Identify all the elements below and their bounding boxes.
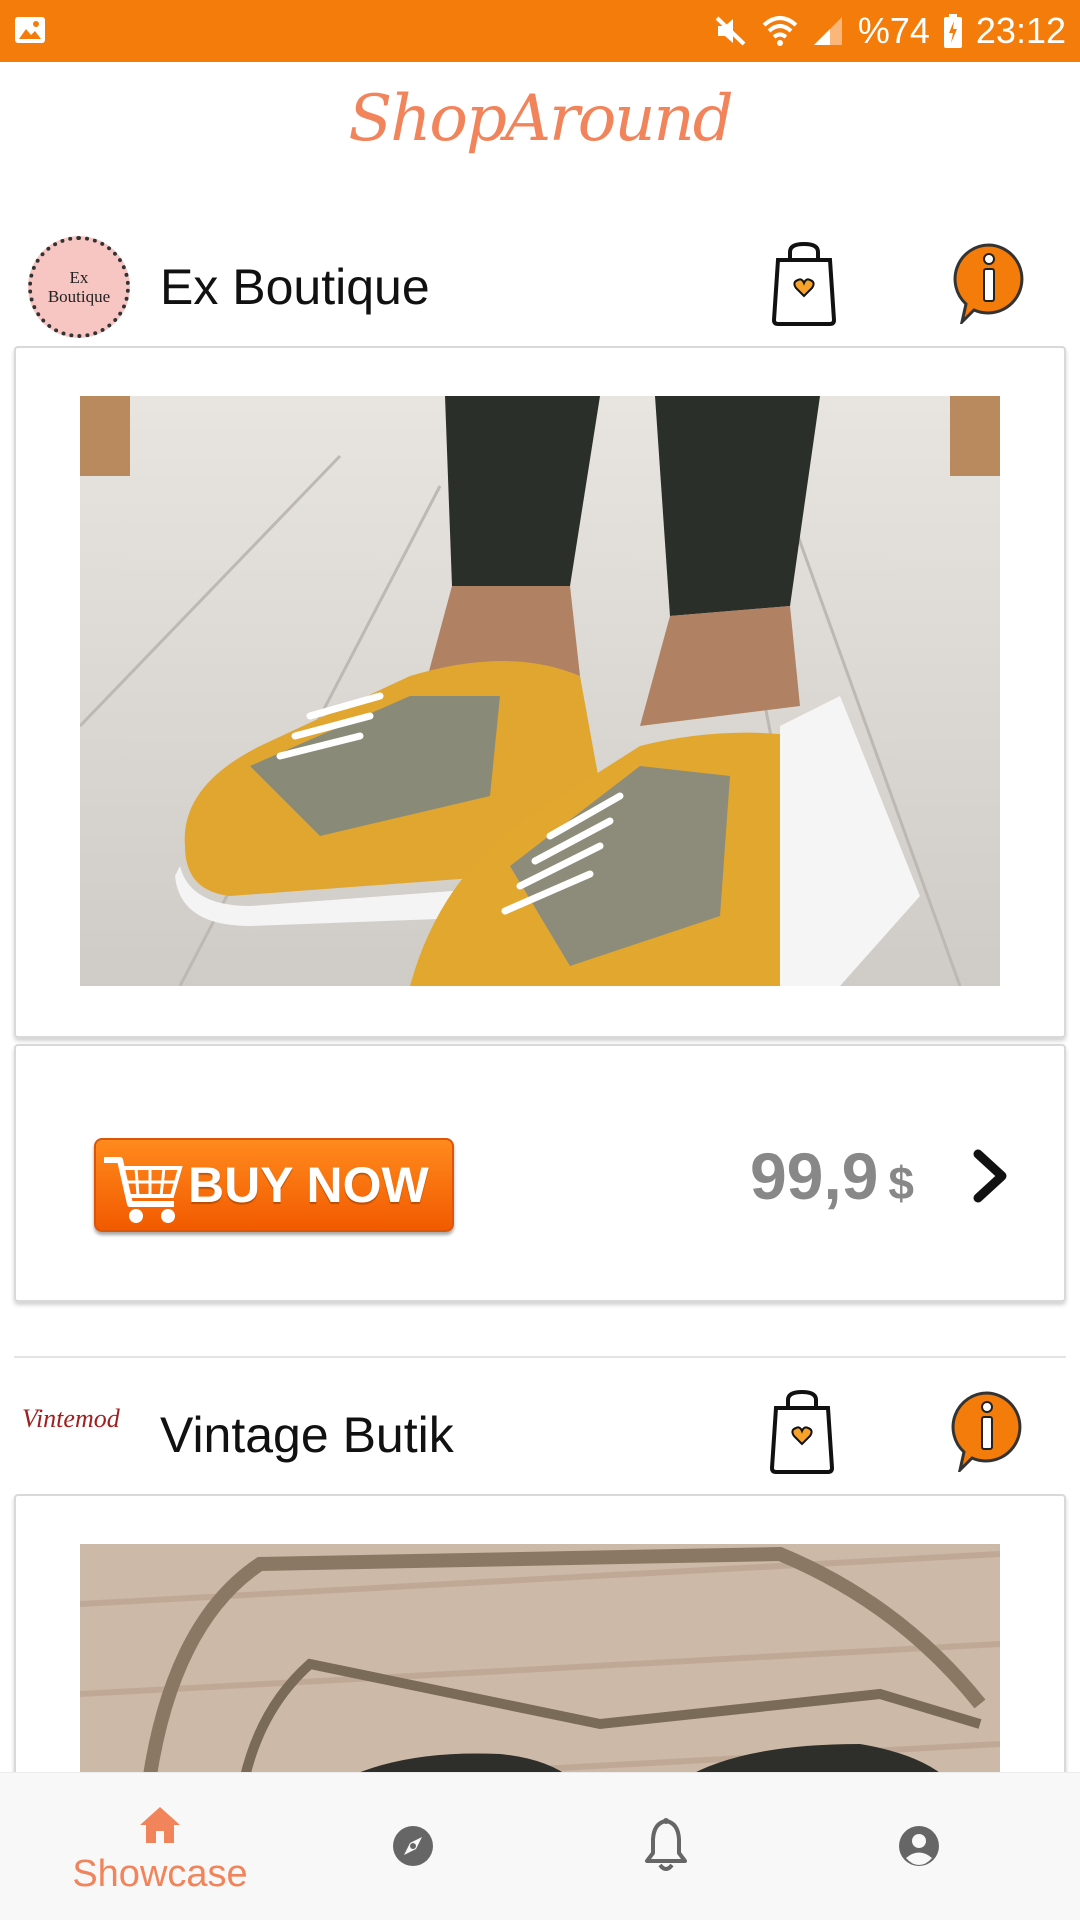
shop-avatar-label: Ex Boutique xyxy=(47,268,111,306)
nav-item-notifications[interactable] xyxy=(531,1773,801,1920)
chevron-right-icon[interactable] xyxy=(970,1146,1010,1206)
signal-icon xyxy=(813,17,842,45)
cart-icon xyxy=(104,1157,183,1223)
battery-icon xyxy=(943,14,962,48)
clock: 23:12 xyxy=(975,10,1066,51)
mute-icon xyxy=(715,16,746,46)
screen: %74 23:12 ShopAround Ex Boutique Ex Bout… xyxy=(0,0,1080,1920)
gallery-notification-icon xyxy=(15,17,45,43)
buy-card: BUY NOW 99,9 $ xyxy=(14,1044,1066,1302)
nav-item-showcase[interactable]: Showcase xyxy=(25,1773,295,1920)
info-icon[interactable] xyxy=(952,242,1026,324)
price-value: 99,9 xyxy=(749,1139,879,1213)
status-bar: %74 23:12 xyxy=(0,0,1080,62)
app-logo: ShopAround xyxy=(348,82,733,156)
shop-logo[interactable]: Vintemod xyxy=(22,1404,142,1434)
bottom-nav: Showcase xyxy=(0,1772,1080,1920)
shop-header[interactable]: Ex Boutique Ex Boutique xyxy=(0,236,1080,346)
status-right: %74 23:12 xyxy=(714,0,1066,62)
price-currency: $ xyxy=(888,1157,914,1209)
shopping-bag-heart-icon[interactable] xyxy=(770,240,838,326)
buy-now-label: BUY NOW xyxy=(188,1157,429,1213)
nav-label-showcase: Showcase xyxy=(72,1853,248,1895)
battery-percent: %74 xyxy=(857,10,930,51)
compass-icon xyxy=(393,1826,433,1866)
info-icon[interactable] xyxy=(950,1390,1024,1472)
product-image-card[interactable] xyxy=(14,346,1066,1038)
shop-header[interactable]: Vintemod Vintage Butik xyxy=(0,1384,1080,1494)
shop-name[interactable]: Ex Boutique xyxy=(160,258,430,316)
shop-avatar[interactable]: Ex Boutique xyxy=(28,236,130,338)
wifi-icon xyxy=(762,16,798,46)
price: 99,9 $ xyxy=(750,1138,914,1214)
shopping-bag-heart-icon[interactable] xyxy=(768,1388,836,1474)
app-header: ShopAround xyxy=(0,62,1080,222)
buy-now-button[interactable]: BUY NOW xyxy=(94,1138,454,1232)
shop-name[interactable]: Vintage Butik xyxy=(160,1406,454,1464)
nav-item-account[interactable] xyxy=(784,1773,1054,1920)
account-icon xyxy=(899,1826,939,1866)
product-image-sneakers[interactable] xyxy=(80,396,1000,986)
feed-divider xyxy=(14,1356,1066,1358)
bell-icon xyxy=(645,1818,687,1871)
home-icon xyxy=(140,1807,180,1843)
nav-item-explore[interactable] xyxy=(278,1773,548,1920)
